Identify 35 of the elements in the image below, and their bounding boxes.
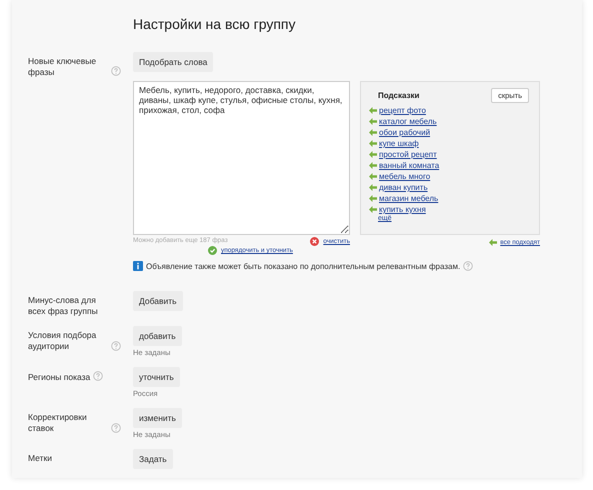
field-label: Корректировки ставок xyxy=(28,412,88,434)
help-icon[interactable] xyxy=(111,422,121,432)
suggestion-link[interactable]: купе шкаф xyxy=(379,138,419,149)
action-button[interactable]: изменить xyxy=(133,408,182,428)
suggestion-link[interactable]: рецепт фото xyxy=(379,105,426,116)
action-button[interactable]: добавить xyxy=(133,326,182,346)
suggestion-link[interactable]: диван купить xyxy=(379,182,428,193)
suggestion-link[interactable]: обои рабочий xyxy=(379,127,430,138)
field-label: Метки xyxy=(28,453,52,464)
keywords-field[interactable]: Мебель, купить, недорого, доставка, скидки, диваны, шкаф купе, стулья, офисные столы, кухня, прихожая, стол, софа xyxy=(133,81,350,235)
info-icon xyxy=(133,261,143,271)
field-label: Новые ключевые фразы xyxy=(28,56,98,78)
arrow-left-icon xyxy=(489,239,498,246)
suggestion-link[interactable]: ванный комната xyxy=(379,160,440,171)
suggestion-link[interactable]: мебель много xyxy=(379,171,430,182)
field-label: Минус-слова для всех фраз группы xyxy=(28,295,99,316)
action-button[interactable]: Задать xyxy=(133,449,173,470)
pick-words-button[interactable]: Подобрать слова xyxy=(133,52,214,72)
action-button[interactable]: Добавить xyxy=(133,291,183,311)
suggestion-link[interactable]: купить кухня xyxy=(379,204,426,215)
suggestion-link[interactable]: простой рецепт xyxy=(379,149,437,160)
field-label: Регионы показа xyxy=(28,372,90,382)
help-icon[interactable] xyxy=(111,340,121,350)
field-label: Условия подбора аудитории xyxy=(28,330,98,352)
clear-icon xyxy=(310,237,320,246)
help-icon[interactable] xyxy=(93,371,104,382)
suggestions-title: Подсказки xyxy=(378,91,420,100)
help-icon[interactable] xyxy=(463,261,474,271)
suggestion-link[interactable]: каталог мебель xyxy=(379,116,437,127)
suggestion-link[interactable]: магазин мебель xyxy=(379,193,438,204)
sort-icon xyxy=(208,246,217,255)
info-text: Объявление также может быть показано по дополнительным релевантным фразам. xyxy=(146,262,460,270)
section-title: Настройки на всю группу xyxy=(133,16,297,32)
action-button[interactable]: уточнить xyxy=(133,367,180,388)
help-icon[interactable] xyxy=(111,66,121,76)
